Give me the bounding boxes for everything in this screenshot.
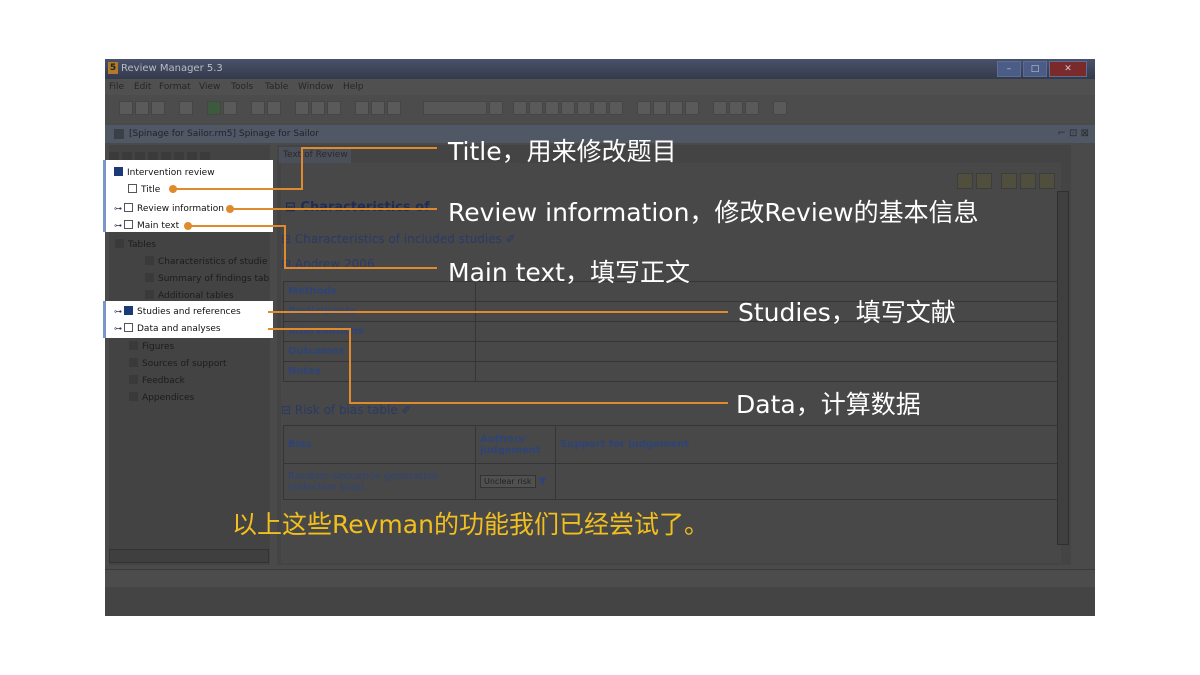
connector-data (268, 328, 728, 404)
connector-main-text (188, 225, 437, 269)
callout-review-information: Review information，修改Review的基本信息 (448, 198, 979, 227)
annotation-lines (169, 147, 728, 404)
conclusion-caption: 以上这些Revman的功能我们已经尝试了。 (232, 510, 709, 539)
callout-title: Title，用来修改题目 (448, 137, 677, 166)
callout-studies: Studies，填写文献 (738, 298, 956, 327)
connector-dot (184, 222, 192, 230)
callout-data: Data，计算数据 (736, 390, 921, 419)
connector-dot (169, 185, 177, 193)
callout-main-text: Main text，填写正文 (448, 258, 690, 287)
connector-title (173, 147, 437, 190)
connector-dot (226, 205, 234, 213)
